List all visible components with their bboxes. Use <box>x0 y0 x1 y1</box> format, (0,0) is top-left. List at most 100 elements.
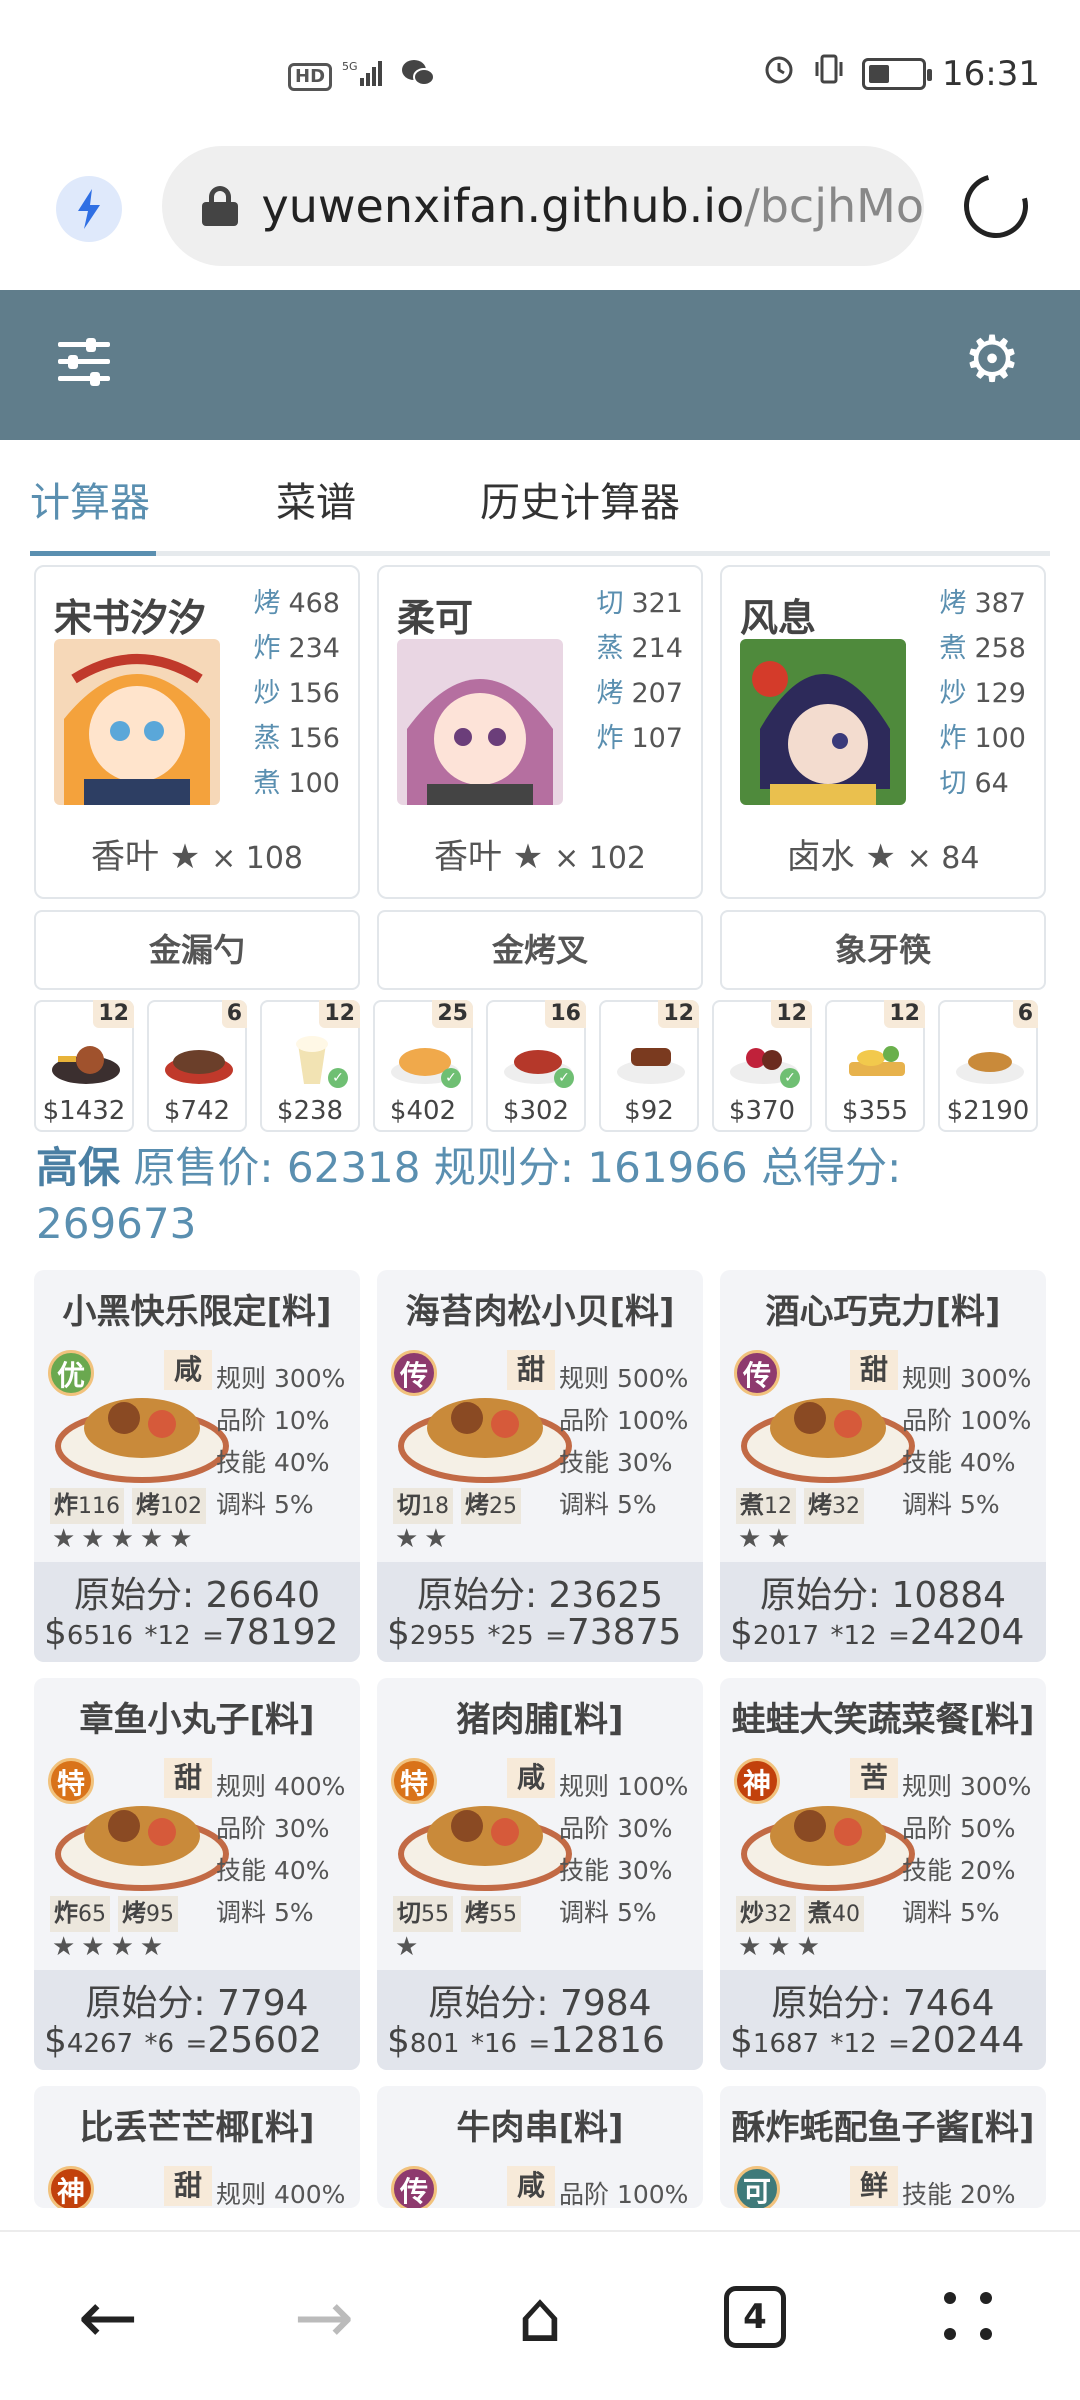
signal-label: 5G <box>342 60 358 73</box>
rarity-badge: 传 <box>391 1350 437 1396</box>
taste-tag: 咸 <box>164 1350 212 1390</box>
recipe-card[interactable]: 酥炸蚝配鱼子酱[料] 可 鲜技能 20% <box>720 2086 1046 2208</box>
quantity: *12 <box>144 1621 191 1651</box>
stat-line: 品阶 30% <box>216 1814 330 1843</box>
original-score: 原始分: 7984 <box>428 1983 652 2024</box>
recipe-card[interactable]: 蛙蛙大笑蔬菜餐[料] 神 苦规则 300% 品阶 50% 技能 20% 调料 5% 炒32 煮… <box>720 1678 1046 2070</box>
total-score-label: 总得分: <box>761 1143 902 1192</box>
chef-card-3[interactable]: 风息 烤 387 煮 258 炒 129 炸 100 切 64 卤水 ★ × 84 <box>720 565 1046 899</box>
taste-tag: 鲜 <box>850 2166 898 2206</box>
skill-row: 蒸 214 <box>596 633 683 664</box>
score-panel: 原始分: 7464 $1687 *12 =20244 <box>720 1970 1046 2070</box>
score-panel: 原始分: 23625 $2955 *25 =73875 <box>377 1562 703 1662</box>
skill-requirements: 炸65 烤95 <box>50 1896 178 1932</box>
dish-price: $238 <box>276 1096 344 1126</box>
home-icon[interactable]: ⌂ <box>500 2282 580 2352</box>
original-score: 原始分: 10884 <box>759 1575 1007 1616</box>
forward-arrow-icon[interactable]: → <box>284 2281 364 2353</box>
recipe-stats: 规则 300% 品阶 50% 技能 20% 调料 5% <box>902 1766 1031 1934</box>
recipe-card[interactable]: 章鱼小丸子[料] 特 甜规则 400% 品阶 30% 技能 40% 调料 5% 炸65 烤95… <box>34 1678 360 2070</box>
quantity: *25 <box>487 1621 534 1651</box>
rarity-badge: 传 <box>734 1350 780 1396</box>
recipe-stats: 规则 300% 品阶 10% 技能 40% 调料 5% <box>216 1358 345 1526</box>
recipe-card[interactable]: 猪肉脯[料] 特咸规则 100% 品阶 30% 技能 30% 调料 5% 切55 烤55 ★ 原… <box>377 1678 703 2070</box>
dish-price: $370 <box>728 1096 796 1126</box>
stat-line: 规则 400% <box>216 2180 346 2208</box>
recipe-card[interactable]: 牛肉串[料] 传 咸品阶 100% <box>377 2086 703 2208</box>
skill-requirement: 烤95 <box>118 1896 178 1932</box>
lightning-icon[interactable] <box>56 176 122 242</box>
stat-line: 调料 5% <box>559 1898 657 1927</box>
tab-history-calculator[interactable]: 历史计算器 <box>480 470 680 528</box>
chef-condiment: 香叶 ★ × 108 <box>90 837 304 877</box>
taste-tag: 甜 <box>164 1758 212 1798</box>
recipe-title: 牛肉串[料] <box>456 2108 624 2148</box>
skill-row: 煮 100 <box>253 768 340 799</box>
dish-chip-1[interactable]: 12 $1432 <box>34 1000 134 1132</box>
recipe-card[interactable]: 海苔肉松小贝[料] 传 甜规则 500% 品阶 100% 技能 30% 调料 5% 切18 烤… <box>377 1270 703 1662</box>
filter-menu-icon[interactable] <box>58 336 110 388</box>
dish-qty: 12 <box>658 1000 699 1028</box>
recipe-card[interactable]: 酒心巧克力[料] 传 甜规则 300% 品阶 100% 技能 40% 调料 5% 煮12 烤3… <box>720 1270 1046 1662</box>
stat-line: 调料 5% <box>216 1490 314 1519</box>
dish-chip-2[interactable]: 6 $742 <box>147 1000 247 1132</box>
gear-icon[interactable]: ⚙ <box>962 328 1022 392</box>
tab-recipes[interactable]: 菜谱 <box>276 470 356 528</box>
dish-chip-9[interactable]: 6 $2190 <box>938 1000 1038 1132</box>
chef-card-1[interactable]: 宋书汐汐 烤 468 炸 234 炒 156 蒸 156 煮 100 香叶 ★ × 108 <box>34 565 360 899</box>
skill-requirement: 炒32 <box>736 1896 796 1932</box>
rule-score-value: 161966 <box>587 1143 748 1192</box>
address-bar[interactable]: yuwenxifan.github.io/bcjhMo <box>162 146 924 266</box>
more-menu-icon[interactable] <box>944 2292 1024 2362</box>
wechat-icon <box>400 58 436 95</box>
dish-chip-7[interactable]: 12 ✓ $370 <box>712 1000 812 1132</box>
equip-button-1[interactable]: 金漏勺 <box>34 910 360 990</box>
url-path: /bcjhMo <box>744 179 924 233</box>
skill-requirement: 炸116 <box>50 1488 124 1524</box>
taste-tag: 甜 <box>850 1350 898 1390</box>
stat-line: 规则 300% <box>902 1364 1032 1393</box>
dish-chip-4[interactable]: 25 ✓ $402 <box>373 1000 473 1132</box>
skill-requirements: 炒32 煮40 <box>736 1896 864 1932</box>
total-score-value: 269673 <box>36 1199 197 1248</box>
dish-chip-6[interactable]: 12 $92 <box>599 1000 699 1132</box>
tabs-count: 4 <box>724 2286 786 2348</box>
back-arrow-icon[interactable]: ← <box>68 2281 148 2353</box>
equip-button-2[interactable]: 金烤叉 <box>377 910 703 990</box>
dish-chip-8[interactable]: 12 $355 <box>825 1000 925 1132</box>
unit-price: 1687 <box>752 2029 820 2059</box>
skill-requirement: 烤55 <box>461 1896 521 1932</box>
rarity-badge: 特 <box>391 1758 437 1804</box>
reload-icon[interactable] <box>952 162 1040 250</box>
total-price: 25602 <box>207 2020 322 2061</box>
skill-row: 炒 156 <box>253 678 340 709</box>
clock: 16:31 <box>942 53 1040 94</box>
skill-row: 炸 100 <box>939 723 1026 754</box>
active-tab-indicator <box>30 551 156 556</box>
orig-price-label: 原售价: <box>133 1143 274 1192</box>
skill-row: 切 64 <box>939 768 1009 799</box>
dish-image <box>617 1048 685 1084</box>
skill-requirement: 烤102 <box>132 1488 206 1524</box>
status-bar: HD 5G 16:31 <box>0 0 1080 140</box>
chef-condiment: 香叶 ★ × 102 <box>433 837 647 877</box>
skill-requirements: 煮12 烤32 <box>736 1488 864 1524</box>
tabs-button[interactable]: 4 <box>724 2286 804 2356</box>
dish-chip-3[interactable]: 12 ✓ $238 <box>260 1000 360 1132</box>
chef-skills: 烤 468 炸 234 炒 156 蒸 156 煮 100 <box>253 581 340 806</box>
recipe-stats: 规则 400% 品阶 30% 技能 40% 调料 5% <box>216 1766 345 1934</box>
unit-price: 2017 <box>752 1621 820 1651</box>
stat-line: 技能 20% <box>902 2180 1016 2208</box>
taste-tag: 甜 <box>164 2166 212 2206</box>
skill-requirements: 炸116 烤102 <box>50 1488 206 1524</box>
dish-chip-5[interactable]: 16 ✓ $302 <box>486 1000 586 1132</box>
chef-card-2[interactable]: 柔可 切 321 蒸 214 烤 207 炸 107 香叶 ★ × 102 <box>377 565 703 899</box>
equip-button-3[interactable]: 象牙筷 <box>720 910 1046 990</box>
stat-line: 技能 20% <box>902 1856 1016 1885</box>
taste-tag: 甜 <box>507 1350 555 1390</box>
recipe-card[interactable]: 小黑快乐限定[料] 优 咸规则 300% 品阶 10% 技能 40% 调料 5% 炸116 烤… <box>34 1270 360 1662</box>
tab-calculator[interactable]: 计算器 <box>30 470 150 528</box>
recipe-card[interactable]: 比丢芒芒椰[料] 神 甜规则 400% <box>34 2086 360 2208</box>
skill-row: 炸 234 <box>253 633 340 664</box>
check-icon: ✓ <box>441 1068 461 1088</box>
